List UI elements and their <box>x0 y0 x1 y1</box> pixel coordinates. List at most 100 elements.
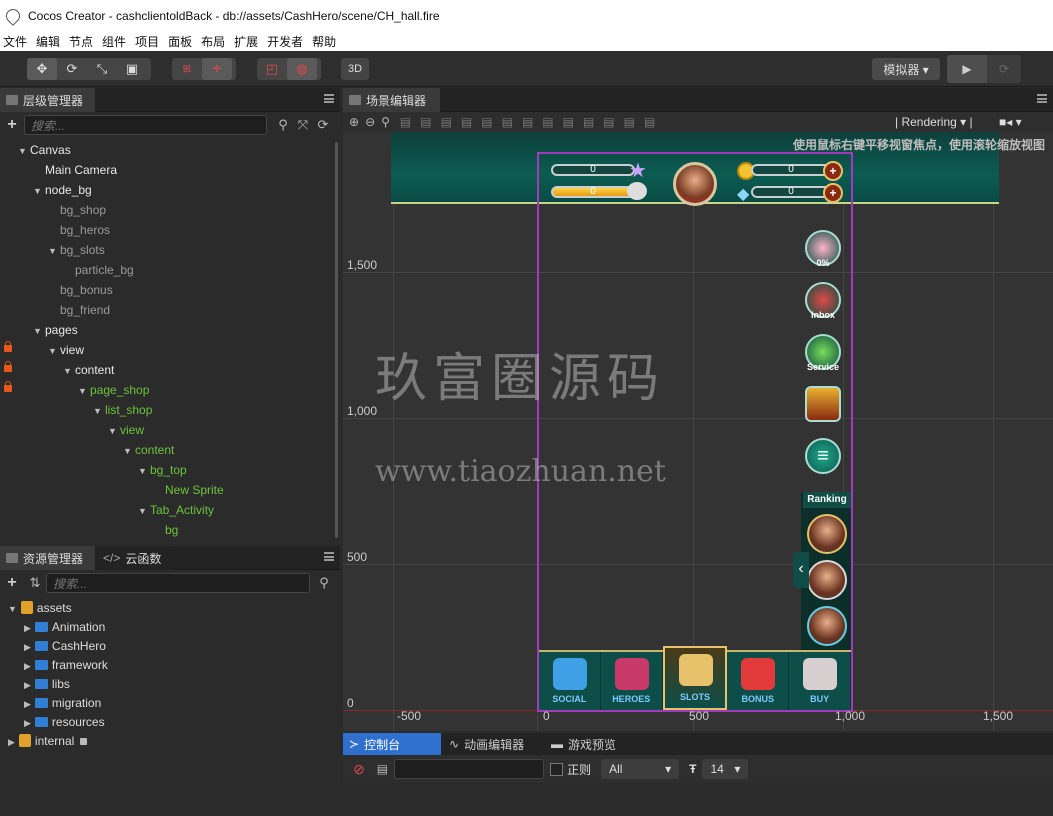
menu-help[interactable]: 帮助 <box>309 33 339 50</box>
align-tools[interactable]: ▤▤▤▤▤▤▤▤▤▤▤▤▤ <box>400 115 664 129</box>
tab-cloud-functions[interactable]: </> 云函数 <box>97 546 175 570</box>
log-level-select[interactable]: All ▾ <box>601 759 680 779</box>
hierarchy-node[interactable]: bg_bonus <box>0 280 332 300</box>
asset-folder[interactable]: ▶ framework <box>8 656 340 675</box>
player-avatar[interactable] <box>673 162 717 206</box>
rank-avatar-2[interactable] <box>807 560 847 600</box>
menu-layout[interactable]: 布局 <box>198 33 228 50</box>
scene-viewport[interactable]: 0 ★ 0 0 + ◆ 0 + 0% Inbox Service ≡ Ranki… <box>343 132 1053 731</box>
hierarchy-node[interactable]: bg_heros <box>0 220 332 240</box>
nav-buy[interactable]: BUY <box>789 652 851 710</box>
lock-icon[interactable] <box>4 361 12 372</box>
asset-folder[interactable]: ▶ resources <box>8 713 340 732</box>
tab-assets[interactable]: 资源管理器 <box>0 546 96 570</box>
menu-hamburger-button[interactable]: ≡ <box>805 438 841 474</box>
menu-edit[interactable]: 编辑 <box>33 33 63 50</box>
zoom-in-icon[interactable]: ⊕ <box>349 115 359 129</box>
rank-avatar-3[interactable] <box>807 606 847 646</box>
hierarchy-scrollbar[interactable] <box>335 142 338 538</box>
hierarchy-node[interactable]: ▼ content <box>0 360 332 380</box>
hierarchy-node[interactable]: bg_friend <box>0 300 332 320</box>
expand-arrow-icon[interactable]: ▼ <box>93 401 105 421</box>
add-diamonds-icon[interactable]: + <box>823 183 843 203</box>
cashhero-app-button[interactable] <box>805 386 841 422</box>
simulator-select[interactable]: 模拟器 ▾ <box>872 58 940 80</box>
assets-search-icon[interactable]: ⚲ <box>314 575 334 591</box>
nav-heroes[interactable]: HEROES <box>601 652 663 710</box>
expand-arrow-icon[interactable]: ▼ <box>123 441 135 461</box>
lock-icon[interactable] <box>4 381 12 392</box>
menu-developer[interactable]: 开发者 <box>264 33 306 50</box>
hierarchy-node[interactable]: ▼ page_shop <box>0 380 332 400</box>
hierarchy-node[interactable]: ▼ view <box>0 340 332 360</box>
hierarchy-node[interactable]: New Sprite <box>0 480 332 500</box>
expand-arrow-icon[interactable]: ▶ <box>24 680 31 690</box>
expand-arrow-icon[interactable]: ▼ <box>138 461 150 481</box>
asset-folder[interactable]: ▶ migration <box>8 694 340 713</box>
hierarchy-node[interactable]: ▼ Canvas <box>0 140 332 160</box>
tab-hierarchy[interactable]: 层级管理器 <box>0 88 96 112</box>
hierarchy-node[interactable]: ▼ list_shop <box>0 400 332 420</box>
ranking-collapse-button[interactable]: ‹ <box>793 552 809 588</box>
hierarchy-node[interactable]: ▼ node_bg <box>0 180 332 200</box>
nav-slots[interactable]: SLOTS <box>662 646 728 710</box>
add-coins-icon[interactable]: + <box>823 161 843 181</box>
hierarchy-node[interactable]: ▼ view <box>0 420 332 440</box>
rendering-select[interactable]: | Rendering ▾ | <box>895 115 973 129</box>
nav-social[interactable]: SOCIAL <box>539 652 601 710</box>
snap-rect-icon[interactable]: ◰ <box>257 58 287 80</box>
regex-checkbox[interactable] <box>550 762 564 776</box>
hierarchy-search-input[interactable]: 搜索... <box>24 115 267 135</box>
scene-menu-icon[interactable] <box>1037 94 1047 103</box>
expand-arrow-icon[interactable]: ▶ <box>24 642 31 652</box>
hierarchy-node[interactable]: ▼ bg_slots <box>0 240 332 260</box>
menu-project[interactable]: 项目 <box>132 33 162 50</box>
console-filter-input[interactable] <box>394 759 545 779</box>
asset-folder[interactable]: ▶ Animation <box>8 618 340 637</box>
font-size-select[interactable]: 14 ▾ <box>702 759 749 779</box>
tab-animation-editor[interactable]: ∿ 动画编辑器 <box>443 733 543 755</box>
rect-tool-icon[interactable]: ▣ <box>117 58 147 80</box>
add-asset-icon[interactable]: + <box>0 574 24 592</box>
rank-avatar-1[interactable] <box>807 514 847 554</box>
rotate-tool-icon[interactable]: ⟳ <box>57 58 87 80</box>
hierarchy-node[interactable]: ▼ Tab_Activity <box>0 500 332 520</box>
sort-icon[interactable]: ⇅ <box>24 575 46 591</box>
search-icon[interactable]: ⚲ <box>273 117 293 133</box>
expand-arrow-icon[interactable]: ▶ <box>24 623 31 633</box>
expand-arrow-icon[interactable]: ▼ <box>33 181 45 201</box>
asset-internal[interactable]: ▶ internal <box>8 732 340 751</box>
expand-arrow-icon[interactable]: ▼ <box>108 421 120 441</box>
clear-console-icon[interactable]: ⊘ <box>353 761 365 778</box>
expand-arrow-icon[interactable]: ▼ <box>48 241 60 261</box>
pivot-local-icon[interactable]: ⊞ <box>172 58 202 80</box>
expand-arrow-icon[interactable]: ▼ <box>33 321 45 341</box>
expand-arrow-icon[interactable]: ▼ <box>78 381 90 401</box>
game-canvas-frame[interactable]: 0 ★ 0 0 + ◆ 0 + 0% Inbox Service ≡ Ranki… <box>537 152 853 712</box>
nav-bonus[interactable]: BONUS <box>727 652 790 710</box>
hierarchy-node[interactable]: ▼ pages <box>0 320 332 340</box>
hierarchy-menu-icon[interactable] <box>324 94 334 103</box>
menu-node[interactable]: 节点 <box>66 33 96 50</box>
hierarchy-node[interactable]: bg <box>0 520 332 540</box>
zoom-reset-icon[interactable]: ⚲ <box>381 115 390 129</box>
expand-arrow-icon[interactable]: ▼ <box>48 341 60 361</box>
refresh-hierarchy-icon[interactable]: ⟳ <box>313 117 333 133</box>
expand-arrow-icon[interactable]: ▼ <box>138 501 150 521</box>
toggle-3d-button[interactable]: 3D <box>341 58 369 80</box>
refresh-button[interactable]: ⟳ <box>987 55 1021 83</box>
lock-icon[interactable] <box>4 341 12 352</box>
menu-component[interactable]: 组件 <box>99 33 129 50</box>
hierarchy-node[interactable]: particle_bg <box>0 260 332 280</box>
zoom-out-icon[interactable]: ⊖ <box>365 115 375 129</box>
asset-root[interactable]: ▼ assets <box>8 599 340 618</box>
collapse-all-icon[interactable]: ⤧ <box>293 117 313 133</box>
camera-icon[interactable]: ■◂ ▾ <box>999 115 1022 129</box>
pivot-center-icon[interactable]: ✛ <box>202 58 232 80</box>
assets-menu-icon[interactable] <box>324 552 334 561</box>
tab-console[interactable]: ≻ 控制台 <box>343 733 441 755</box>
move-tool-icon[interactable]: ✥ <box>27 58 57 80</box>
asset-folder[interactable]: ▶ libs <box>8 675 340 694</box>
hierarchy-node[interactable]: bg_shop <box>0 200 332 220</box>
hierarchy-node[interactable]: ▼ bg_top <box>0 460 332 480</box>
